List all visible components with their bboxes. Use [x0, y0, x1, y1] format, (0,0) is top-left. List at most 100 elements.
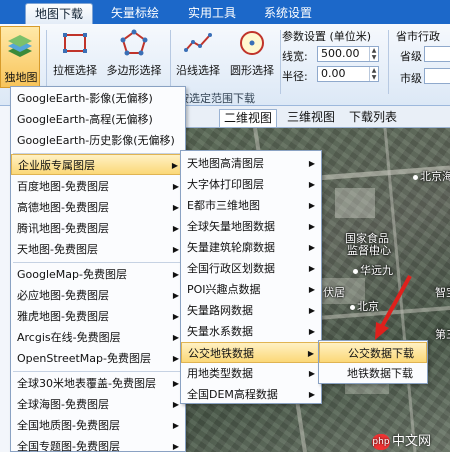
submenu-arrow-icon: ▶: [172, 224, 179, 233]
submenu-arrow-icon: ▶: [172, 291, 179, 300]
menu-item-google-earth-history[interactable]: GoogleEarth-历史影像(无偏移): [11, 130, 185, 151]
enterprise-submenu: 天地图高清图层 ▶ 大字体打印图层 ▶ E都市三维地图 ▶ 全球矢量地图数据 ▶ 矢量建…: [180, 150, 322, 404]
city-select[interactable]: [424, 68, 450, 84]
tab-3d-view[interactable]: 三维视图: [283, 109, 339, 127]
submenu-item-water-system[interactable]: 矢量水系数据 ▶: [181, 321, 321, 342]
tab-2d-view[interactable]: 二维视图: [219, 109, 278, 127]
rectangle-select-icon: [63, 33, 87, 53]
submenu-item-land-use[interactable]: 用地类型数据 ▶: [181, 363, 321, 384]
submenu-arrow-icon: ▶: [308, 327, 315, 336]
menu-item-global-sea-chart[interactable]: 全球海图-免费图层 ▶: [11, 394, 185, 415]
params-title: 参数设置 (单位米): [282, 30, 372, 43]
submenu-item-admin-division[interactable]: 全国行政区划数据 ▶: [181, 258, 321, 279]
menu-item-tianditu[interactable]: 天地图-免费图层 ▶: [11, 239, 185, 260]
ribbon-divider: [388, 30, 389, 94]
submenu-item-global-vector[interactable]: 全球矢量地图数据 ▶: [181, 216, 321, 237]
submenu-item-large-font[interactable]: 大字体打印图层 ▶: [181, 174, 321, 195]
polygon-select-label: 多边形选择: [106, 64, 162, 77]
subway-data-download-item[interactable]: 地铁数据下载: [319, 363, 427, 384]
province-select[interactable]: [424, 46, 450, 62]
menu-item-enterprise-layers[interactable]: 企业版专属图层 ▶: [11, 154, 185, 175]
polygon-select-icon: [120, 29, 148, 56]
box-select-button[interactable]: 拉框选择: [50, 28, 100, 78]
city-label: 市级: [400, 72, 422, 85]
submenu-arrow-icon: ▶: [308, 180, 315, 189]
single-map-label: 独地图: [4, 71, 38, 84]
ribbon-divider: [170, 30, 171, 94]
circle-select-label: 圆形选择: [230, 64, 274, 77]
circle-select-icon: [240, 31, 264, 55]
submenu-arrow-icon: ▶: [172, 182, 179, 191]
submenu-item-tianditu-hd[interactable]: 天地图高清图层 ▶: [181, 153, 321, 174]
tab-download-list[interactable]: 下载列表: [345, 109, 401, 127]
ribbon-tab-bar: 地图下载 矢量标绘 实用工具 系统设置: [0, 0, 450, 24]
tab-vector-plot[interactable]: 矢量标绘: [100, 3, 170, 24]
menu-item-baidu[interactable]: 百度地图-免费图层 ▶: [11, 176, 185, 197]
line-width-spinner[interactable]: ▲ ▼: [369, 47, 378, 61]
radius-label: 半径:: [282, 70, 308, 83]
submenu-arrow-icon: ▶: [172, 379, 179, 388]
ribbon-divider: [46, 30, 47, 94]
submenu-arrow-icon: ▶: [308, 201, 315, 210]
menu-item-google-earth-elevation[interactable]: GoogleEarth-高程(无偏移): [11, 109, 185, 130]
bus-data-download-item[interactable]: 公交数据下载: [319, 342, 427, 363]
line-width-input[interactable]: 500.00 ▲ ▼: [317, 46, 379, 62]
menu-separator: [13, 371, 183, 372]
tab-utilities[interactable]: 实用工具: [178, 3, 246, 24]
submenu-arrow-icon: ▶: [308, 243, 315, 252]
submenu-item-building-outline[interactable]: 矢量建筑轮廓数据 ▶: [181, 237, 321, 258]
menu-item-geology[interactable]: 全国地质图-免费图层 ▶: [11, 415, 185, 436]
province-label: 省级: [400, 50, 422, 63]
tab-map-download[interactable]: 地图下载: [25, 3, 93, 24]
menu-item-tencent[interactable]: 腾讯地图-免费图层 ▶: [11, 218, 185, 239]
submenu-item-road-network[interactable]: 矢量路网数据 ▶: [181, 300, 321, 321]
submenu-arrow-icon: ▶: [308, 159, 315, 168]
submenu-arrow-icon: ▶: [308, 264, 315, 273]
menu-item-thematic[interactable]: 全国专题图-免费图层 ▶: [11, 436, 185, 452]
submenu-arrow-icon: ▶: [172, 354, 179, 363]
line-width-label: 线宽:: [282, 50, 308, 63]
submenu-item-3d-city[interactable]: E都市三维地图 ▶: [181, 195, 321, 216]
ribbon-group-label: 按选定范围下载: [178, 92, 255, 105]
submenu-arrow-icon: ▶: [307, 349, 314, 358]
menu-item-bing[interactable]: 必应地图-免费图层 ▶: [11, 285, 185, 306]
radius-input[interactable]: 0.00 ▲ ▼: [317, 66, 379, 82]
tab-system-settings[interactable]: 系统设置: [254, 3, 322, 24]
single-map-button[interactable]: 独地图: [0, 26, 40, 88]
submenu-arrow-icon: ▶: [172, 312, 179, 321]
submenu-arrow-icon: ▶: [172, 270, 179, 279]
line-select-button[interactable]: 沿线选择: [172, 28, 224, 78]
menu-item-gaode[interactable]: 高德地图-免费图层 ▶: [11, 197, 185, 218]
submenu-item-dem[interactable]: 全国DEM高程数据 ▶: [181, 384, 321, 405]
submenu-arrow-icon: ▶: [172, 442, 179, 451]
menu-item-google-earth-imagery[interactable]: GoogleEarth-影像(无偏移): [11, 88, 185, 109]
menu-item-openstreetmap[interactable]: OpenStreetMap-免费图层 ▶: [11, 348, 185, 369]
circle-select-button[interactable]: 圆形选择: [226, 28, 278, 78]
line-select-label: 沿线选择: [176, 64, 220, 77]
menu-item-global-30m[interactable]: 全球30米地表覆盖-免费图层 ▶: [11, 373, 185, 394]
radius-value: 0.00: [321, 67, 346, 80]
watermark: php 中文网: [372, 430, 431, 450]
menu-item-arcgis[interactable]: Arcgis在线-免费图层 ▶: [11, 327, 185, 348]
php-logo-icon: php: [372, 433, 390, 450]
submenu-arrow-icon: ▶: [308, 285, 315, 294]
menu-item-yahoo[interactable]: 雅虎地图-免费图层 ▶: [11, 306, 185, 327]
submenu-arrow-icon: ▶: [171, 161, 178, 170]
map-view-tabs: 二维视图 三维视图 下载列表: [185, 106, 450, 128]
submenu-arrow-icon: ▶: [172, 203, 179, 212]
submenu-item-poi[interactable]: POI兴趣点数据 ▶: [181, 279, 321, 300]
submenu-item-bus-subway[interactable]: 公交地铁数据 ▶: [181, 342, 321, 363]
bus-subway-submenu: 公交数据下载 地铁数据下载: [318, 340, 428, 384]
radius-spinner[interactable]: ▲ ▼: [369, 67, 378, 81]
submenu-arrow-icon: ▶: [308, 369, 315, 378]
submenu-arrow-icon: ▶: [172, 421, 179, 430]
polygon-select-button[interactable]: 多边形选择: [102, 28, 166, 78]
menu-separator: [13, 262, 183, 263]
region-title: 省市行政: [396, 30, 440, 43]
submenu-arrow-icon: ▶: [308, 222, 315, 231]
ribbon-divider: [280, 30, 281, 94]
box-select-label: 拉框选择: [53, 64, 97, 77]
submenu-arrow-icon: ▶: [172, 245, 179, 254]
polyline-select-icon: [184, 33, 212, 52]
menu-item-googlemap[interactable]: GoogleMap-免费图层 ▶: [11, 264, 185, 285]
